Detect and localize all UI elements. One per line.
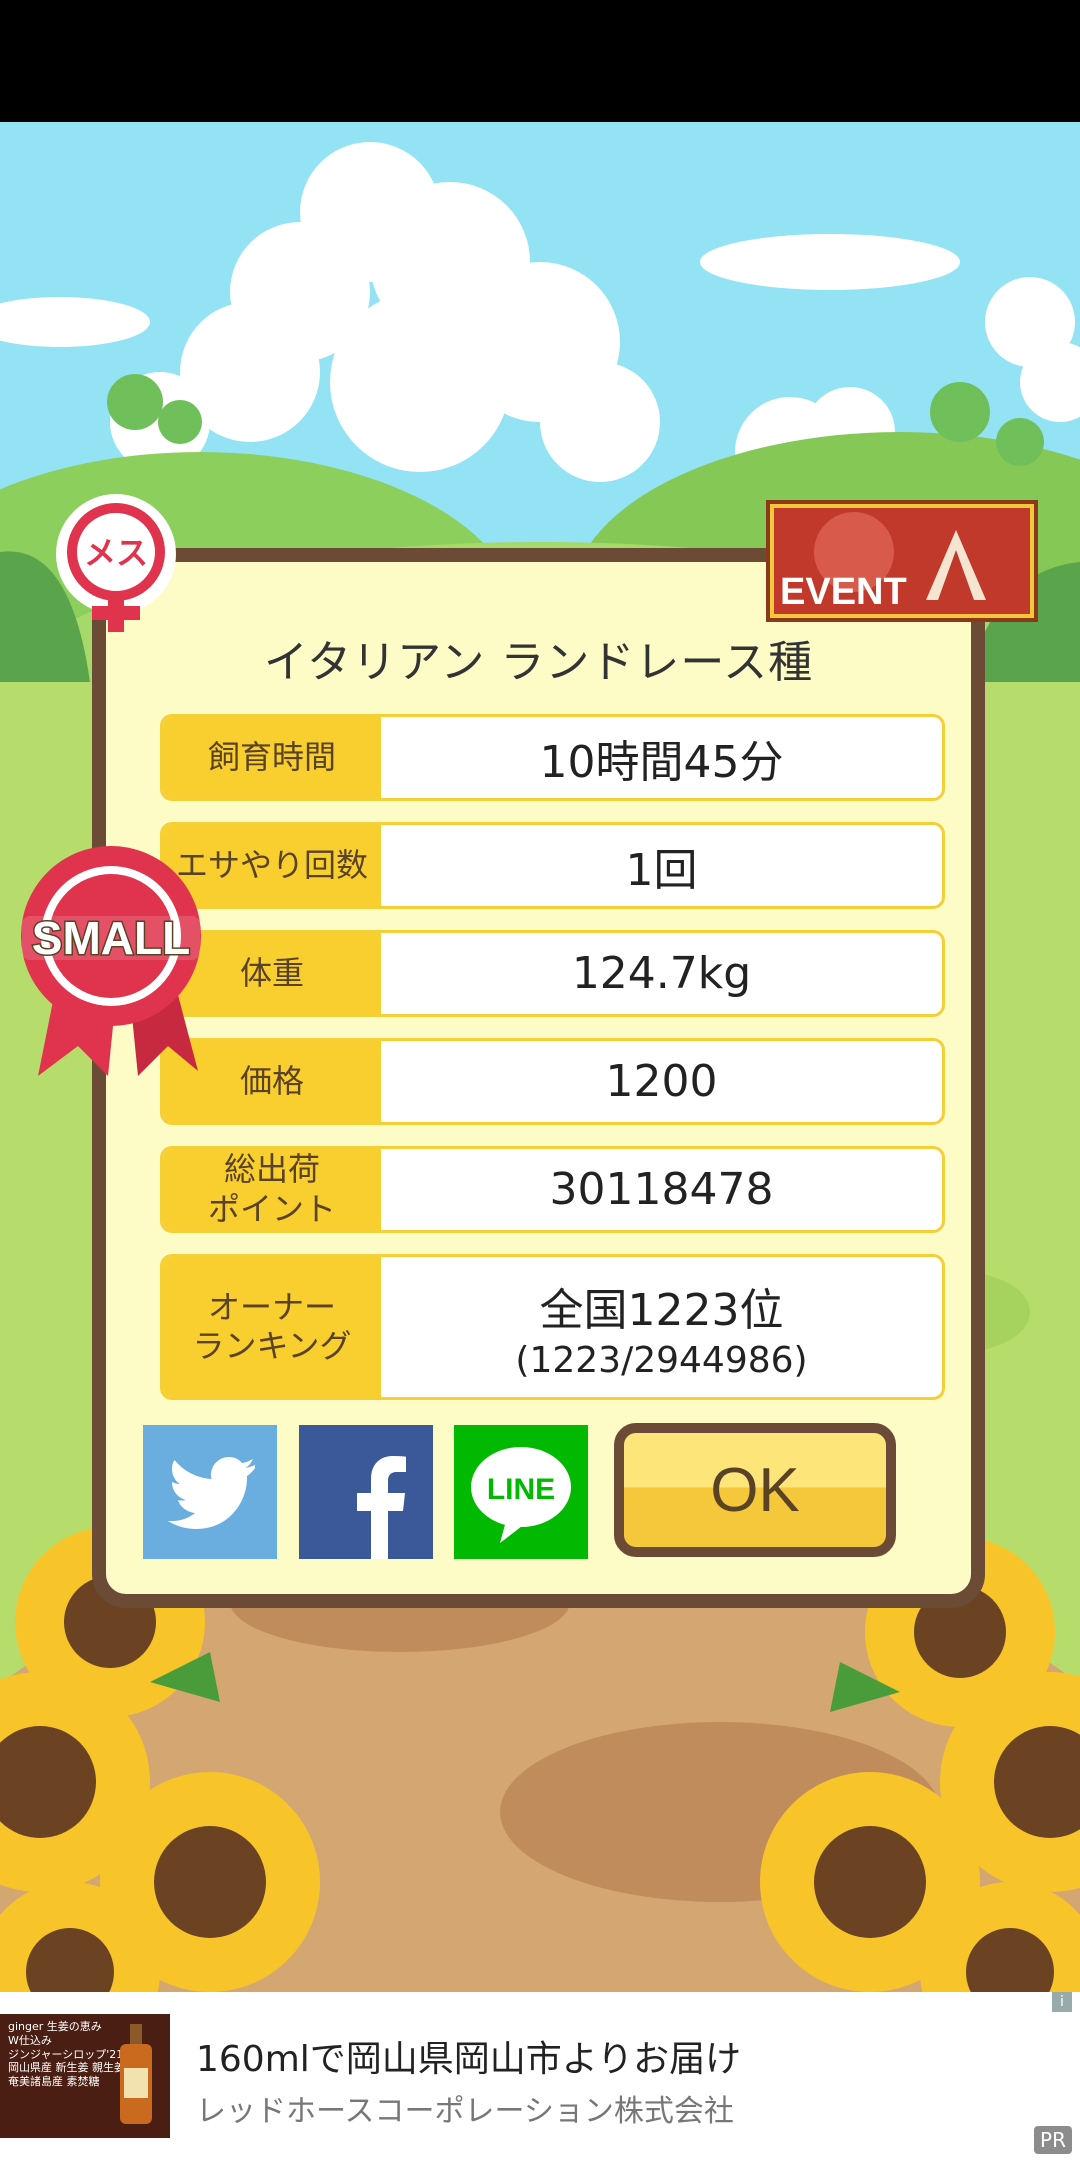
status-bar <box>0 0 1080 122</box>
ranking-main: 全国1223位 <box>539 1284 784 1336</box>
breed-title: イタリアン ランドレース種 <box>263 637 814 688</box>
stat-value: 1回 <box>625 844 698 896</box>
twitter-bird-icon <box>168 1457 255 1529</box>
ad-banner[interactable]: ginger 生姜の恵み W仕込み ジンジャーシロップ'21 岡山県産 新生姜 … <box>0 1992 1080 2160</box>
ad-thumbnail[interactable]: ginger 生姜の恵み W仕込み ジンジャーシロップ'21 岡山県産 新生姜 … <box>0 2014 170 2138</box>
stat-label: オーナー ランキング <box>163 1257 381 1397</box>
facebook-share-button[interactable] <box>299 1425 433 1559</box>
stat-row-weight: 体重 124.7kg <box>160 930 945 1017</box>
ranking-detail: (1223/2944986) <box>515 1339 808 1381</box>
line-share-button[interactable]: LINE <box>454 1425 588 1559</box>
female-badge-icon: メス <box>56 494 176 632</box>
stat-row-feed-count: エサやり回数 1回 <box>160 822 945 909</box>
size-label: SMALL <box>32 912 190 964</box>
small-ribbon-icon: SMALL <box>21 846 201 1076</box>
stat-value: 全国1223位 (1223/2944986) <box>381 1257 942 1397</box>
stat-label: 総出荷 ポイント <box>163 1149 381 1230</box>
stat-value: 10時間45分 <box>539 736 784 788</box>
ad-advertiser: レッドホースコーポレーション株式会社 <box>196 2094 734 2129</box>
facebook-icon <box>357 1456 406 1559</box>
gender-label: メス <box>84 534 148 572</box>
stat-label: 飼育時間 <box>163 717 381 798</box>
stat-row-shipping-points: 総出荷 ポイント 30118478 <box>160 1146 945 1233</box>
stat-value: 124.7kg <box>571 948 752 999</box>
stat-value: 1200 <box>605 1056 718 1107</box>
ad-title[interactable]: 160mlで岡山県岡山市よりお届け <box>196 2030 741 2082</box>
line-icon: LINE <box>471 1447 571 1543</box>
stat-row-owner-ranking: オーナー ランキング 全国1223位 (1223/2944986) <box>160 1254 945 1400</box>
event-label: EVENT <box>780 571 907 613</box>
ad-pr-badge: PR <box>1034 2126 1072 2154</box>
twitter-share-button[interactable] <box>143 1425 277 1559</box>
stat-row-price: 価格 1200 <box>160 1038 945 1125</box>
ad-info-icon[interactable]: i <box>1052 1992 1072 2012</box>
ok-button[interactable]: OK <box>614 1423 896 1557</box>
stat-row-rearing-time: 飼育時間 10時間45分 <box>160 714 945 801</box>
event-badge-icon: EVENT <box>766 500 1038 622</box>
stat-value: 30118478 <box>549 1164 774 1215</box>
bottle-icon <box>120 2024 152 2124</box>
line-label: LINE <box>487 1473 555 1506</box>
